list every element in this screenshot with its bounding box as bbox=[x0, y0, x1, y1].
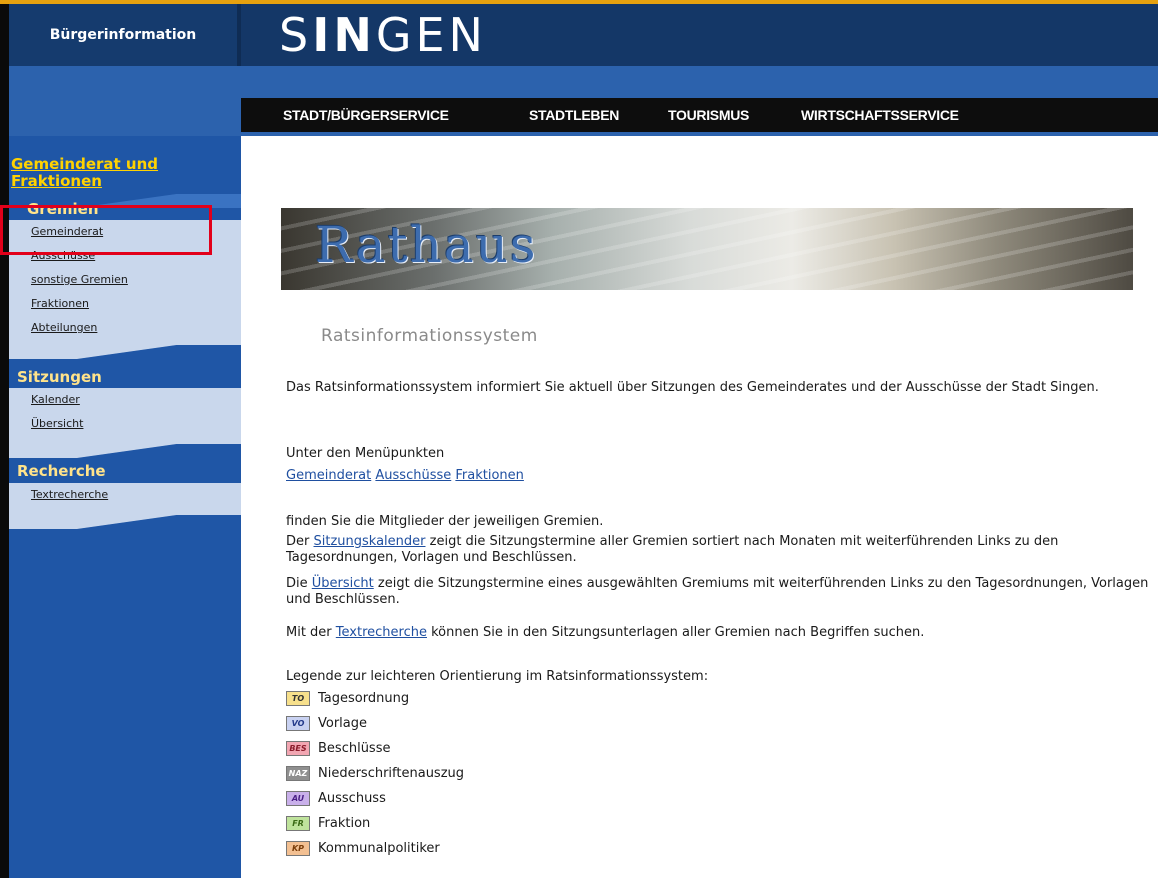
legend-item: NAZ Niederschriftenauszug bbox=[286, 763, 464, 783]
page-title: Ratsinformationssystem bbox=[321, 326, 538, 346]
legend-label: Ausschuss bbox=[318, 790, 386, 806]
brand-label[interactable]: Bürgerinformation bbox=[9, 4, 237, 66]
legend-label: Vorlage bbox=[318, 715, 368, 731]
sidebar-item-sonstige-gremien[interactable]: sonstige Gremien bbox=[9, 268, 241, 292]
uebersicht-pre: Die bbox=[286, 576, 312, 591]
legend-badge-to: TO bbox=[286, 690, 310, 706]
header: Bürgerinformation SINGEN bbox=[9, 4, 1158, 66]
nav-stadtleben[interactable]: STADTLEBEN bbox=[529, 98, 619, 132]
rathaus-banner-image: Rathaus bbox=[281, 208, 1133, 290]
nav-tourismus[interactable]: TOURISMUS bbox=[668, 98, 749, 132]
link-ausschuesse[interactable]: Ausschüsse bbox=[375, 468, 451, 483]
textrecherche-post: können Sie in den Sitzungsunterlagen all… bbox=[426, 625, 925, 640]
sidebar-item-textrecherche[interactable]: Textrecherche bbox=[9, 483, 241, 507]
sidebar-item-fraktionen[interactable]: Fraktionen bbox=[9, 292, 241, 316]
sidebar-item-gemeinderat[interactable]: Gemeinderat bbox=[9, 220, 241, 244]
sidebar-heading-recherche: Recherche bbox=[17, 462, 106, 480]
window-left-edge bbox=[0, 4, 9, 878]
intro-text: Das Ratsinformationssystem informiert Si… bbox=[286, 380, 1099, 395]
sidebar: Gemeinderat und Fraktionen Gremien Gemei… bbox=[9, 136, 241, 878]
sidebar-list-recherche: Textrecherche bbox=[9, 483, 241, 515]
top-navigation: STADT/BÜRGERSERVICE STADTLEBEN TOURISMUS… bbox=[241, 98, 1158, 132]
legend-badge-au: AU bbox=[286, 790, 310, 806]
link-fraktionen[interactable]: Fraktionen bbox=[455, 468, 524, 483]
sidebar-item-uebersicht[interactable]: Übersicht bbox=[9, 412, 241, 436]
legend-label: Kommunalpolitiker bbox=[318, 840, 440, 856]
legend-label: Beschlüsse bbox=[318, 740, 391, 756]
kalender-pre: Der bbox=[286, 534, 314, 549]
header-divider bbox=[237, 4, 241, 66]
header-band bbox=[9, 66, 1158, 98]
uebersicht-text: Die Übersicht zeigt die Sitzungstermine … bbox=[286, 576, 1156, 608]
link-textrecherche[interactable]: Textrecherche bbox=[336, 625, 427, 640]
sidebar-heading-sitzungen: Sitzungen bbox=[17, 368, 102, 386]
menu-links: Gemeinderat Ausschüsse Fraktionen bbox=[286, 468, 1156, 484]
link-sitzungskalender[interactable]: Sitzungskalender bbox=[314, 534, 426, 549]
menu-intro: Unter den Menüpunkten bbox=[286, 446, 445, 461]
nav-wirtschaftsservice[interactable]: WIRTSCHAFTSSERVICE bbox=[801, 98, 959, 132]
legend-label: Niederschriftenauszug bbox=[318, 765, 465, 781]
sidebar-item-ausschuesse[interactable]: Ausschüsse bbox=[9, 244, 241, 268]
legend-badge-naz: NAZ bbox=[286, 765, 310, 781]
sidebar-divider bbox=[9, 345, 241, 359]
logo-s: S bbox=[279, 8, 313, 62]
legend-label: Fraktion bbox=[318, 815, 371, 831]
banner-title: Rathaus bbox=[315, 216, 538, 274]
legend-title: Legende zur leichteren Orientierung im R… bbox=[286, 669, 709, 684]
legend-badge-vo: VO bbox=[286, 715, 310, 731]
legend-item: AU Ausschuss bbox=[286, 788, 386, 808]
legend-item: FR Fraktion bbox=[286, 813, 370, 833]
legend-item: VO Vorlage bbox=[286, 713, 367, 733]
sidebar-item-kalender[interactable]: Kalender bbox=[9, 388, 241, 412]
logo-bold: IN bbox=[312, 8, 376, 62]
legend-label: Tagesordnung bbox=[318, 690, 410, 706]
link-gemeinderat[interactable]: Gemeinderat bbox=[286, 468, 371, 483]
sidebar-heading-gremien: Gremien bbox=[27, 200, 99, 218]
uebersicht-post: zeigt die Sitzungstermine eines ausgewäh… bbox=[286, 576, 1149, 607]
legend-badge-bes: BES bbox=[286, 740, 310, 756]
sidebar-divider bbox=[9, 444, 241, 458]
sidebar-divider bbox=[9, 515, 241, 529]
members-text: finden Sie die Mitglieder der jeweiligen… bbox=[286, 514, 604, 529]
link-uebersicht[interactable]: Übersicht bbox=[312, 576, 374, 591]
sidebar-list-gremien: Gemeinderat Ausschüsse sonstige Gremien … bbox=[9, 220, 241, 345]
textrecherche-text: Mit der Textrecherche können Sie in den … bbox=[286, 625, 1156, 641]
logo-rest: GEN bbox=[375, 8, 487, 62]
legend-badge-kp: KP bbox=[286, 840, 310, 856]
legend-item: TO Tagesordnung bbox=[286, 688, 409, 708]
kalender-text: Der Sitzungskalender zeigt die Sitzungst… bbox=[286, 534, 1156, 566]
legend-badge-fr: FR bbox=[286, 815, 310, 831]
sidebar-top-link[interactable]: Gemeinderat und Fraktionen bbox=[9, 156, 231, 190]
textrecherche-pre: Mit der bbox=[286, 625, 336, 640]
legend-item: KP Kommunalpolitiker bbox=[286, 838, 440, 858]
page-frame: Bürgerinformation SINGEN STADT/BÜRGERSER… bbox=[0, 4, 1158, 878]
main-content: Rathaus Ratsinformationssystem Das Ratsi… bbox=[241, 136, 1158, 878]
city-logo[interactable]: SINGEN bbox=[279, 12, 487, 58]
sidebar-item-abteilungen[interactable]: Abteilungen bbox=[9, 316, 241, 340]
nav-stadt-buergerservice[interactable]: STADT/BÜRGERSERVICE bbox=[283, 98, 449, 132]
sidebar-list-sitzungen: Kalender Übersicht bbox=[9, 388, 241, 444]
legend-item: BES Beschlüsse bbox=[286, 738, 390, 758]
